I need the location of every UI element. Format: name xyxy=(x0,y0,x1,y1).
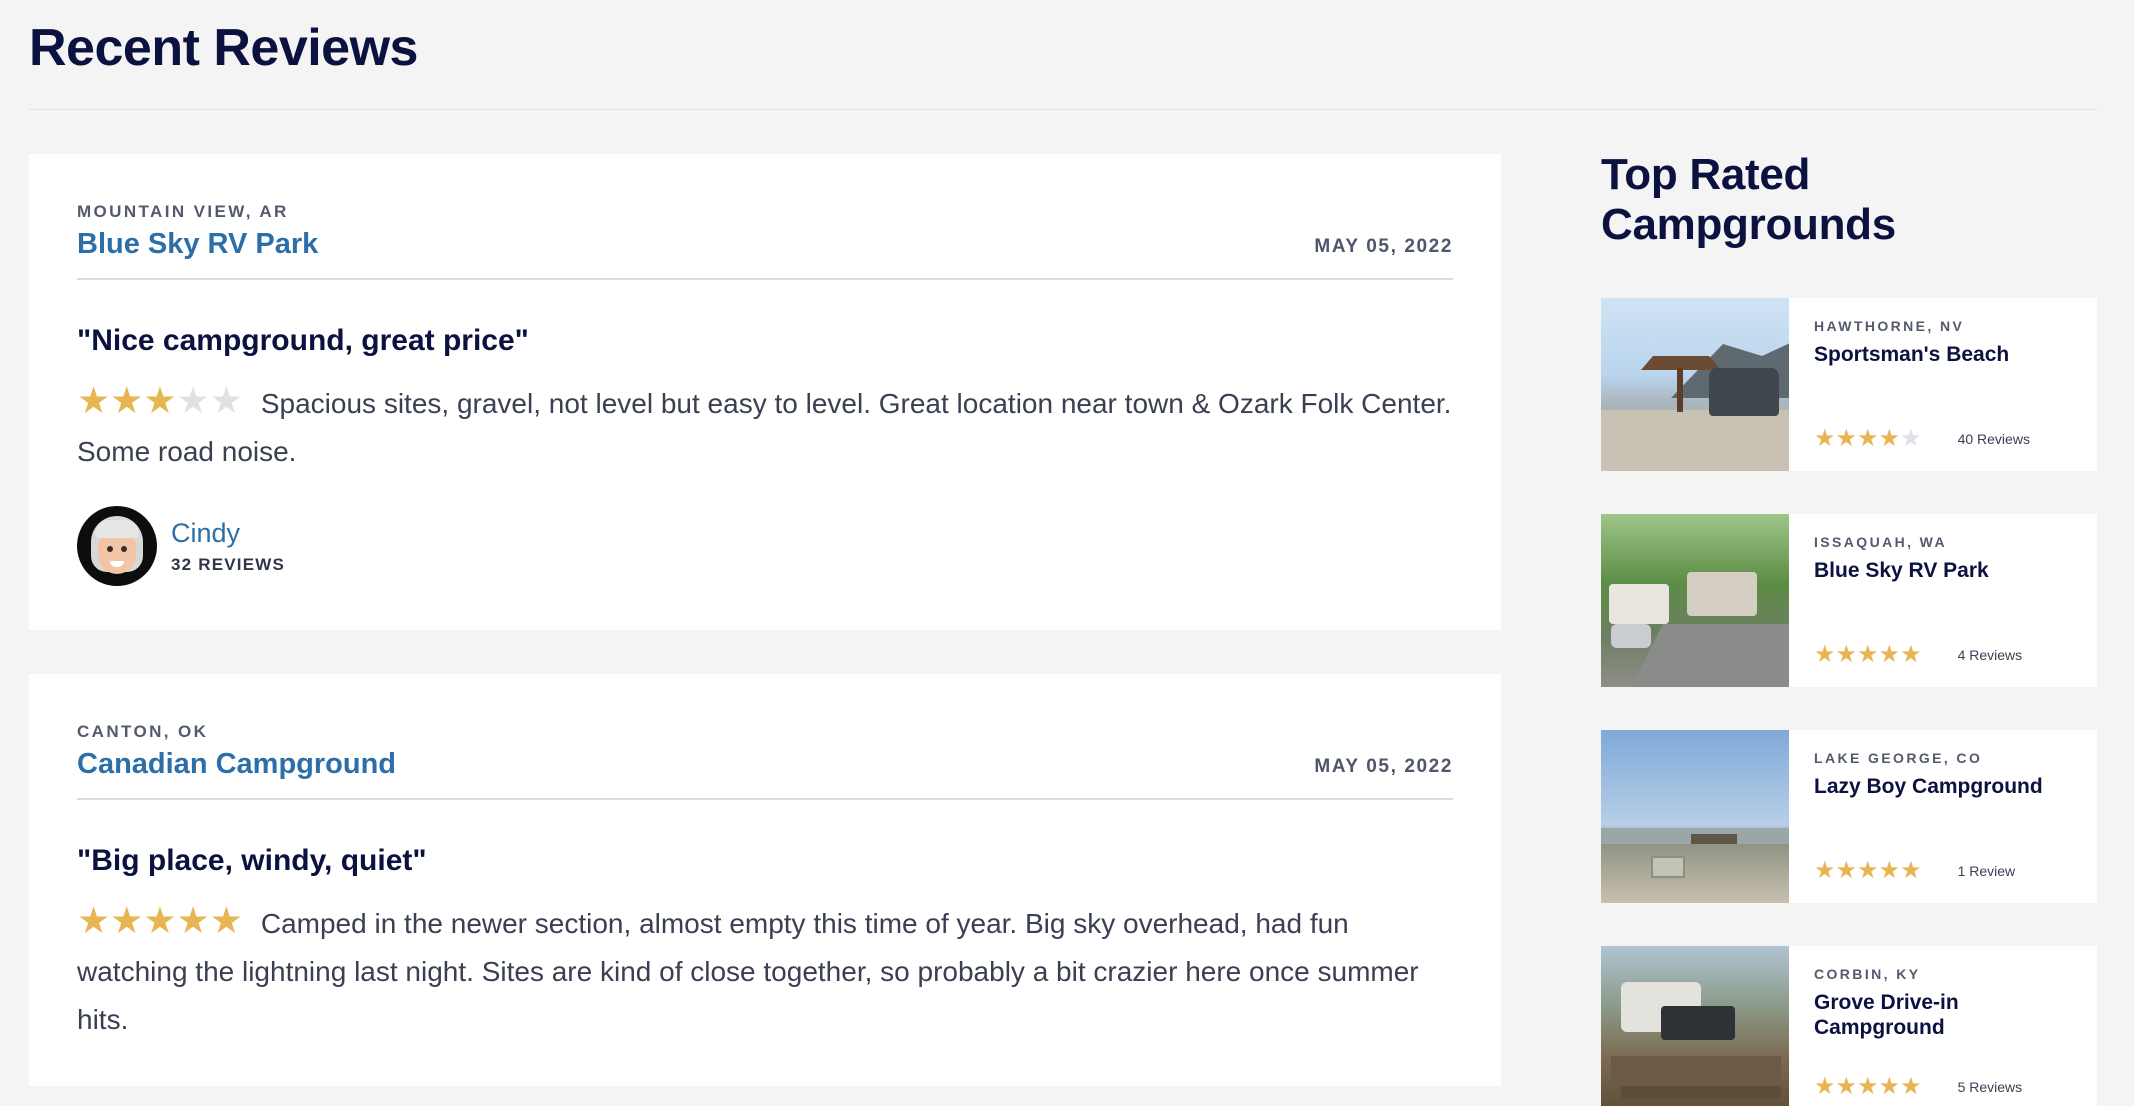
campground-review-count: 5 Reviews xyxy=(1957,1079,2023,1095)
campground-card[interactable]: ISSAQUAH, WA Blue Sky RV Park ★★★★★ 4 Re… xyxy=(1601,514,2097,687)
review-location: MOUNTAIN VIEW, AR xyxy=(77,202,289,221)
campground-info: ISSAQUAH, WA Blue Sky RV Park ★★★★★ 4 Re… xyxy=(1789,514,2097,687)
campground-photo[interactable] xyxy=(1601,730,1789,903)
review-body: ★★★★★ Spacious sites, gravel, not level b… xyxy=(77,380,1453,476)
campground-rating: ★★★★★ 4 Reviews xyxy=(1814,643,2022,667)
author-info: Cindy 32 REVIEWS xyxy=(171,518,285,575)
star-rating: ★★★★★ xyxy=(77,380,243,428)
author-name-link[interactable]: Cindy xyxy=(171,518,285,549)
review-title: "Nice campground, great price" xyxy=(77,324,529,357)
star-icon: ★ xyxy=(1814,425,1836,452)
star-icon: ★ xyxy=(1857,857,1879,884)
campground-name-link[interactable]: Lazy Boy Campground xyxy=(1814,774,2073,799)
sidebar-title: Top Rated Campgrounds xyxy=(1601,150,1896,249)
star-icon: ★ xyxy=(1878,641,1901,668)
review-text: Camped in the newer section, almost empt… xyxy=(77,908,1419,1035)
review-card: CANTON, OK Canadian Campground MAY 05, 2… xyxy=(29,674,1501,1086)
star-icon: ★ xyxy=(143,900,177,941)
star-rating: ★★★★★ xyxy=(77,900,243,948)
star-icon: ★ xyxy=(77,380,111,421)
review-text: Spacious sites, gravel, not level but ea… xyxy=(77,388,1452,467)
campground-location: LAKE GEORGE, CO xyxy=(1814,750,1983,766)
campground-rating: ★★★★★ 40 Reviews xyxy=(1814,427,2030,451)
divider xyxy=(29,109,2097,110)
star-icon: ★ xyxy=(1857,1073,1879,1100)
campground-info: LAKE GEORGE, CO Lazy Boy Campground ★★★★… xyxy=(1789,730,2097,903)
avatar[interactable] xyxy=(77,506,157,586)
star-icon: ★ xyxy=(1835,1073,1858,1100)
campground-review-count: 40 Reviews xyxy=(1957,431,2030,447)
campground-photo[interactable] xyxy=(1601,946,1789,1106)
review-location: CANTON, OK xyxy=(77,722,209,741)
campground-name-link[interactable]: Blue Sky RV Park xyxy=(1814,558,2073,583)
author-review-count: 32 REVIEWS xyxy=(171,554,286,574)
review-body: ★★★★★ Camped in the newer section, almost… xyxy=(77,900,1453,1044)
star-icon: ★ xyxy=(209,380,243,421)
campground-card[interactable]: HAWTHORNE, NV Sportsman's Beach ★★★★★ 40… xyxy=(1601,298,2097,471)
campground-info: HAWTHORNE, NV Sportsman's Beach ★★★★★ 40… xyxy=(1789,298,2097,471)
star-icon: ★ xyxy=(1900,857,1922,884)
star-icon: ★ xyxy=(1878,857,1901,884)
star-icon: ★ xyxy=(1900,1073,1922,1100)
star-icon: ★ xyxy=(1835,641,1858,668)
star-rating: ★★★★★ xyxy=(1814,427,1922,451)
page: Recent Reviews MOUNTAIN VIEW, AR Blue Sk… xyxy=(0,0,2134,1106)
star-icon: ★ xyxy=(209,900,243,941)
star-icon: ★ xyxy=(176,380,210,421)
campground-rating: ★★★★★ 5 Reviews xyxy=(1814,1075,2022,1099)
campground-rating: ★★★★★ 1 Review xyxy=(1814,859,2015,883)
star-icon: ★ xyxy=(143,380,177,421)
star-icon: ★ xyxy=(1878,425,1901,452)
campground-name-link[interactable]: Sportsman's Beach xyxy=(1814,342,2073,367)
star-icon: ★ xyxy=(1878,1073,1901,1100)
star-icon: ★ xyxy=(1900,641,1922,668)
review-header: CANTON, OK Canadian Campground MAY 05, 2… xyxy=(77,722,1453,800)
top-rated-sidebar: Top Rated Campgrounds HAWTHORNE, NV Spor… xyxy=(1601,150,2097,1106)
campground-review-count: 1 Review xyxy=(1957,863,2016,879)
star-icon: ★ xyxy=(1814,1073,1836,1100)
star-icon: ★ xyxy=(1814,641,1836,668)
campground-review-count: 4 Reviews xyxy=(1957,647,2023,663)
campground-location: CORBIN, KY xyxy=(1814,966,1921,982)
campground-location: ISSAQUAH, WA xyxy=(1814,534,1948,550)
campground-card[interactable]: CORBIN, KY Grove Drive-in Campground ★★★… xyxy=(1601,946,2097,1106)
review-campground-link[interactable]: Blue Sky RV Park xyxy=(77,228,1453,261)
star-icon: ★ xyxy=(77,900,111,941)
page-title: Recent Reviews xyxy=(29,19,418,77)
review-header: MOUNTAIN VIEW, AR Blue Sky RV Park MAY 0… xyxy=(77,202,1453,280)
review-campground-link[interactable]: Canadian Campground xyxy=(77,748,1453,781)
review-title: "Big place, windy, quiet" xyxy=(77,844,427,877)
review-date: MAY 05, 2022 xyxy=(1314,236,1453,257)
star-icon: ★ xyxy=(1814,857,1836,884)
review-list: MOUNTAIN VIEW, AR Blue Sky RV Park MAY 0… xyxy=(29,154,1501,1106)
campground-info: CORBIN, KY Grove Drive-in Campground ★★★… xyxy=(1789,946,2097,1106)
review-date: MAY 05, 2022 xyxy=(1314,756,1453,777)
campground-photo[interactable] xyxy=(1601,514,1789,687)
campground-photo[interactable] xyxy=(1601,298,1789,471)
star-icon: ★ xyxy=(110,380,144,421)
star-icon: ★ xyxy=(110,900,144,941)
star-icon: ★ xyxy=(1900,425,1922,452)
campground-card[interactable]: LAKE GEORGE, CO Lazy Boy Campground ★★★★… xyxy=(1601,730,2097,903)
star-rating: ★★★★★ xyxy=(1814,643,1922,667)
star-icon: ★ xyxy=(1857,641,1879,668)
campground-list: HAWTHORNE, NV Sportsman's Beach ★★★★★ 40… xyxy=(1601,298,2097,1106)
star-rating: ★★★★★ xyxy=(1814,859,1922,883)
review-author: Cindy 32 REVIEWS xyxy=(77,506,1453,586)
star-icon: ★ xyxy=(1857,425,1879,452)
star-icon: ★ xyxy=(1835,425,1858,452)
star-icon: ★ xyxy=(1835,857,1858,884)
review-card: MOUNTAIN VIEW, AR Blue Sky RV Park MAY 0… xyxy=(29,154,1501,630)
star-rating: ★★★★★ xyxy=(1814,1075,1922,1099)
campground-name-link[interactable]: Grove Drive-in Campground xyxy=(1814,990,2073,1040)
star-icon: ★ xyxy=(176,900,210,941)
campground-location: HAWTHORNE, NV xyxy=(1814,318,1965,334)
